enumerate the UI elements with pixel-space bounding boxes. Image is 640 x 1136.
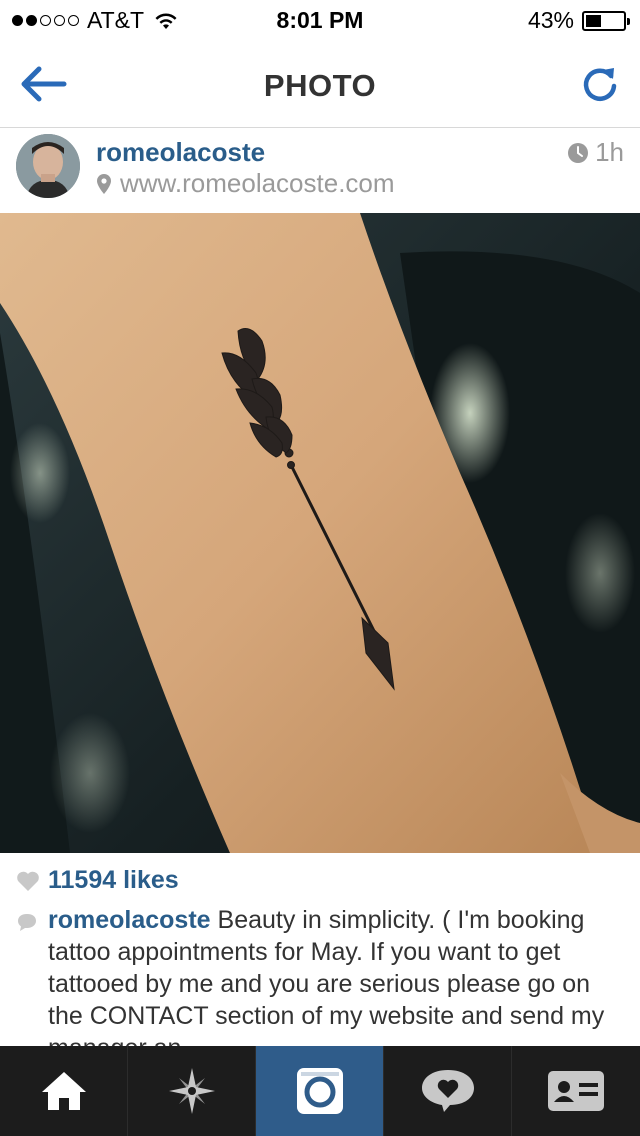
refresh-button[interactable] — [578, 62, 622, 106]
tab-home[interactable] — [0, 1046, 128, 1136]
comment-icon — [18, 914, 36, 931]
profile-card-icon — [548, 1071, 604, 1111]
battery-icon — [582, 10, 630, 31]
avatar-image — [16, 134, 80, 198]
avatar[interactable] — [16, 134, 80, 198]
tab-activity[interactable] — [384, 1046, 512, 1136]
post-caption: romeolacoste Beauty in simplicity. ( I'm… — [16, 904, 626, 1064]
post-photo[interactable] — [0, 213, 640, 853]
refresh-icon — [583, 68, 617, 101]
status-bar: AT&T 8:01 PM 43% — [0, 0, 640, 40]
likes-count[interactable]: 11594 likes — [16, 866, 179, 895]
tab-bar — [0, 1046, 640, 1136]
post-header: romeolacoste www.romeolacoste.com 1h — [0, 129, 640, 213]
time-ago: 1h — [595, 137, 624, 167]
battery-percent: 43% — [527, 7, 574, 33]
tab-camera[interactable] — [256, 1046, 384, 1136]
location-text: www.romeolacoste.com — [120, 168, 395, 198]
clock-icon — [568, 142, 589, 163]
caption-username[interactable]: romeolacoste — [48, 906, 211, 934]
home-icon — [41, 1072, 86, 1110]
tab-explore[interactable] — [128, 1046, 256, 1136]
camera-icon — [296, 1068, 343, 1114]
likes-text: 11594 likes — [48, 866, 179, 894]
tab-profile[interactable] — [512, 1046, 640, 1136]
location-pin-icon — [97, 173, 111, 194]
explore-star-icon — [168, 1068, 215, 1114]
post-timestamp: 1h — [567, 137, 624, 168]
status-right: 43% — [527, 7, 630, 34]
post-username[interactable]: romeolacoste — [96, 137, 265, 168]
page-title: PHOTO — [263, 68, 377, 103]
battery-level — [586, 14, 602, 27]
navigation-bar: PHOTO — [0, 40, 640, 128]
heart-icon — [17, 871, 39, 891]
heart-bubble-icon — [421, 1070, 474, 1112]
tattoo-photo-image — [0, 213, 640, 853]
post-location[interactable]: www.romeolacoste.com — [96, 168, 395, 199]
